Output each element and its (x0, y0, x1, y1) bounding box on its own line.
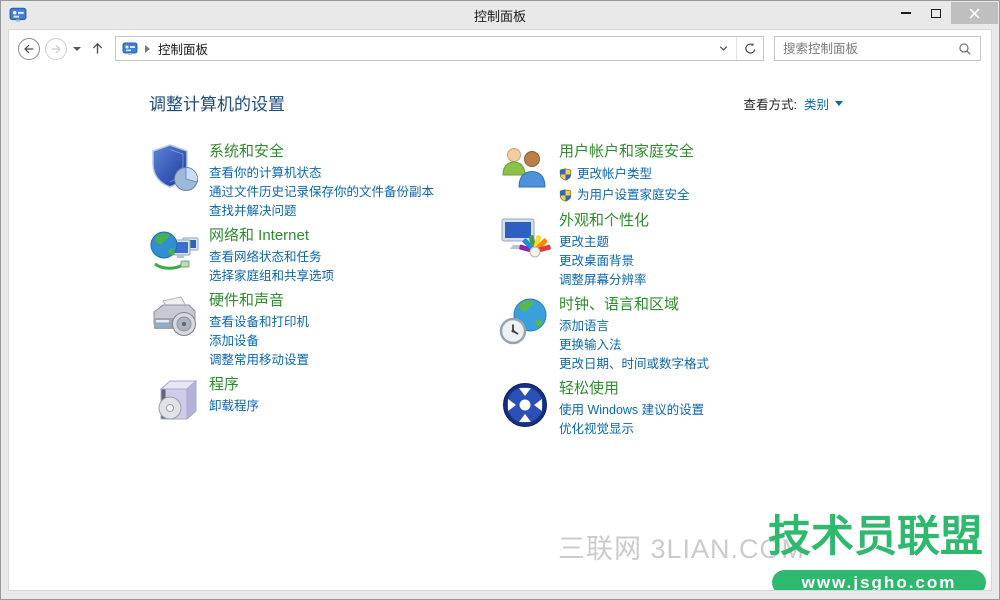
category-ease-of-access: 轻松使用 使用 Windows 建议的设置 优化视觉显示 (499, 379, 991, 439)
search-box (774, 36, 981, 61)
view-by-caret-icon (835, 101, 843, 106)
category-title[interactable]: 轻松使用 (559, 379, 704, 399)
task-link[interactable]: 更换输入法 (559, 336, 709, 355)
printer-speaker-icon (149, 291, 201, 343)
title-bar: 控制面板 (1, 1, 999, 29)
control-panel-icon (122, 41, 138, 57)
close-button[interactable] (951, 2, 998, 24)
category-column-left: 系统和安全 查看你的计算机状态 通过文件历史记录保存你的文件备份副本 查找并解决… (149, 142, 499, 444)
maximize-button[interactable] (921, 2, 951, 24)
task-link[interactable]: 添加语言 (559, 317, 709, 336)
ease-of-access-icon (499, 379, 551, 431)
view-by-label: 查看方式: (744, 94, 797, 113)
task-link[interactable]: 通过文件历史记录保存你的文件备份副本 (209, 183, 434, 202)
task-link[interactable]: 更改主题 (559, 233, 649, 252)
category-title[interactable]: 网络和 Internet (209, 226, 334, 246)
uac-shield-icon (559, 189, 572, 202)
maximize-icon (931, 9, 941, 18)
recent-pages-dropdown[interactable] (73, 47, 81, 51)
category-title[interactable]: 系统和安全 (209, 142, 434, 162)
task-link[interactable]: 查找并解决问题 (209, 202, 434, 221)
globe-clock-icon (499, 295, 551, 347)
task-link[interactable]: 选择家庭组和共享选项 (209, 267, 334, 286)
close-icon (969, 8, 980, 19)
software-box-cd-icon (149, 375, 201, 427)
category-system-security: 系统和安全 查看你的计算机状态 通过文件历史记录保存你的文件备份副本 查找并解决… (149, 142, 499, 221)
task-link[interactable]: 为用户设置家庭安全 (559, 185, 694, 206)
main-area: 调整计算机的设置 查看方式: 类别 (9, 67, 991, 444)
task-link[interactable]: 更改桌面背景 (559, 252, 649, 271)
task-link[interactable]: 查看你的计算机状态 (209, 164, 434, 183)
task-link[interactable]: 查看网络状态和任务 (209, 248, 334, 267)
back-arrow-icon (22, 42, 36, 56)
task-link[interactable]: 卸载程序 (209, 397, 259, 416)
task-link-label: 更改帐户类型 (577, 164, 652, 185)
refresh-button[interactable] (737, 37, 763, 60)
category-grid: 系统和安全 查看你的计算机状态 通过文件历史记录保存你的文件备份副本 查找并解决… (149, 142, 991, 444)
forward-button[interactable] (45, 38, 67, 60)
watermark-jsgho-logo: 技术员联盟 (768, 516, 983, 559)
page-title: 调整计算机的设置 (149, 90, 991, 115)
forward-arrow-icon (49, 42, 63, 56)
category-hardware-sound: 硬件和声音 查看设备和打印机 添加设备 调整常用移动设置 (149, 291, 499, 370)
breadcrumb[interactable]: 控制面板 (116, 37, 210, 60)
minimize-button[interactable] (891, 2, 921, 24)
monitor-colors-icon (499, 211, 551, 263)
breadcrumb-location[interactable]: 控制面板 (158, 39, 208, 58)
category-title[interactable]: 外观和个性化 (559, 211, 649, 231)
task-link[interactable]: 添加设备 (209, 332, 309, 351)
task-link[interactable]: 更改日期、时间或数字格式 (559, 355, 709, 374)
two-users-icon (499, 142, 551, 194)
view-by-value: 类别 (804, 94, 829, 113)
task-link[interactable]: 更改帐户类型 (559, 164, 694, 185)
up-arrow-icon (90, 41, 105, 56)
globe-monitors-icon (149, 226, 201, 278)
control-panel-window: 控制面板 (0, 0, 1000, 600)
category-title[interactable]: 硬件和声音 (209, 291, 309, 311)
search-button[interactable] (956, 42, 980, 56)
watermark-jsgho-url: www.jsgho.com (772, 570, 986, 591)
task-link[interactable]: 使用 Windows 建议的设置 (559, 401, 704, 420)
address-bar[interactable]: 控制面板 (115, 36, 764, 61)
search-input[interactable] (775, 42, 956, 56)
navigation-toolbar: 控制面板 (9, 30, 991, 67)
up-button[interactable] (90, 41, 105, 56)
window-content: 控制面板 (8, 29, 992, 591)
task-link[interactable]: 调整常用移动设置 (209, 351, 309, 370)
task-link[interactable]: 查看设备和打印机 (209, 313, 309, 332)
refresh-icon (744, 42, 757, 55)
view-by-dropdown[interactable]: 类别 (804, 94, 843, 113)
minimize-icon (901, 12, 911, 14)
category-user-accounts-family-safety: 用户帐户和家庭安全 更改帐户类型 (499, 142, 991, 206)
window-title: 控制面板 (1, 6, 999, 25)
category-programs: 程序 卸载程序 (149, 375, 499, 427)
task-link[interactable]: 优化视觉显示 (559, 420, 704, 439)
task-link-label: 为用户设置家庭安全 (577, 185, 690, 206)
chevron-down-icon (718, 43, 729, 54)
category-title[interactable]: 时钟、语言和区域 (559, 295, 709, 315)
back-button[interactable] (18, 38, 40, 60)
uac-shield-icon (559, 168, 572, 181)
category-clock-language-region: 时钟、语言和区域 添加语言 更换输入法 更改日期、时间或数字格式 (499, 295, 991, 374)
category-title[interactable]: 程序 (209, 375, 259, 395)
category-appearance-personalization: 外观和个性化 更改主题 更改桌面背景 调整屏幕分辨率 (499, 211, 991, 290)
category-column-right: 用户帐户和家庭安全 更改帐户类型 (499, 142, 991, 444)
category-title[interactable]: 用户帐户和家庭安全 (559, 142, 694, 162)
address-dropdown-button[interactable] (710, 37, 736, 60)
breadcrumb-chevron-icon (145, 45, 150, 53)
task-link[interactable]: 调整屏幕分辨率 (559, 271, 649, 290)
search-icon (958, 42, 972, 56)
category-network-internet: 网络和 Internet 查看网络状态和任务 选择家庭组和共享选项 (149, 226, 499, 286)
view-by-control: 查看方式: 类别 (744, 94, 844, 113)
shield-pie-icon (149, 142, 201, 194)
window-controls (891, 2, 998, 24)
